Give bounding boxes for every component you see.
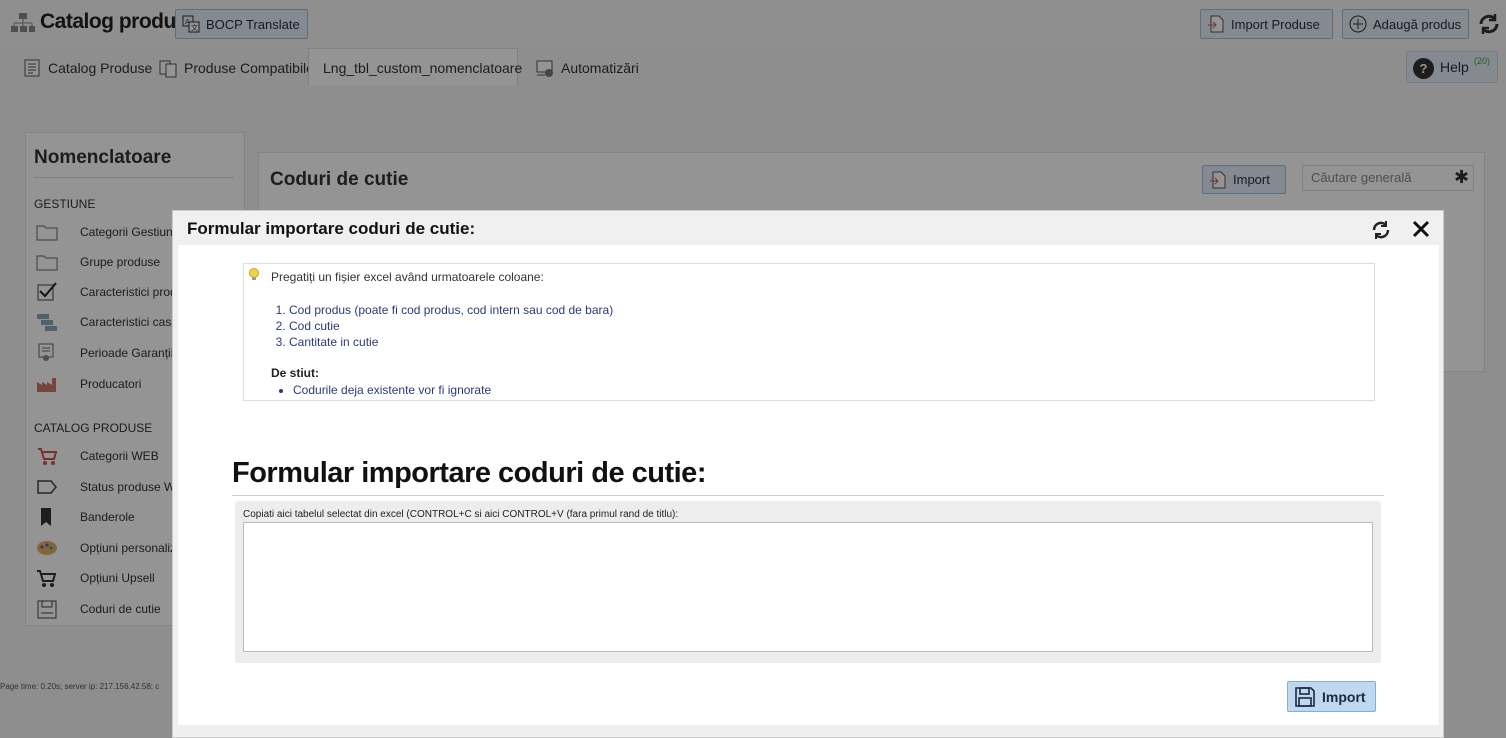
- instructions-box: Pregatiți un fișier excel având urmatoar…: [243, 263, 1375, 401]
- modal-header: Formular importare coduri de cutie:: [173, 211, 1443, 245]
- import-submit-label: Import: [1322, 688, 1366, 705]
- paste-field-label: Copiati aici tabelul selectat din excel …: [243, 509, 679, 520]
- form-title: Formular importare coduri de cutie:: [232, 457, 706, 489]
- notes-list: Codurile deja existente vor fi ignorate: [293, 382, 491, 398]
- import-submit-button[interactable]: Import: [1287, 681, 1376, 712]
- modal-body: Pregatiți un fișier excel având urmatoar…: [178, 245, 1439, 725]
- list-item: Cod cutie: [289, 318, 613, 334]
- paste-form: Copiati aici tabelul selectat din excel …: [235, 501, 1381, 663]
- list-item: Cantitate in cutie: [289, 334, 613, 350]
- paste-textarea[interactable]: [243, 522, 1373, 652]
- form-divider: [232, 495, 1384, 496]
- list-item: Cod produs (poate fi cod produs, cod int…: [289, 302, 613, 318]
- save-icon: [1295, 686, 1315, 707]
- list-item: Codurile deja existente vor fi ignorate: [293, 382, 491, 398]
- notes-heading: De stiut:: [271, 366, 319, 380]
- columns-list: Cod produs (poate fi cod produs, cod int…: [289, 302, 613, 350]
- modal-refresh-icon[interactable]: [1370, 219, 1392, 241]
- modal-title: Formular importare coduri de cutie:: [187, 219, 476, 238]
- lightbulb-icon: [249, 268, 259, 280]
- import-modal: Formular importare coduri de cutie: Preg…: [172, 210, 1444, 738]
- close-icon[interactable]: [1411, 219, 1431, 239]
- instructions-intro: Pregatiți un fișier excel având urmatoar…: [271, 270, 544, 284]
